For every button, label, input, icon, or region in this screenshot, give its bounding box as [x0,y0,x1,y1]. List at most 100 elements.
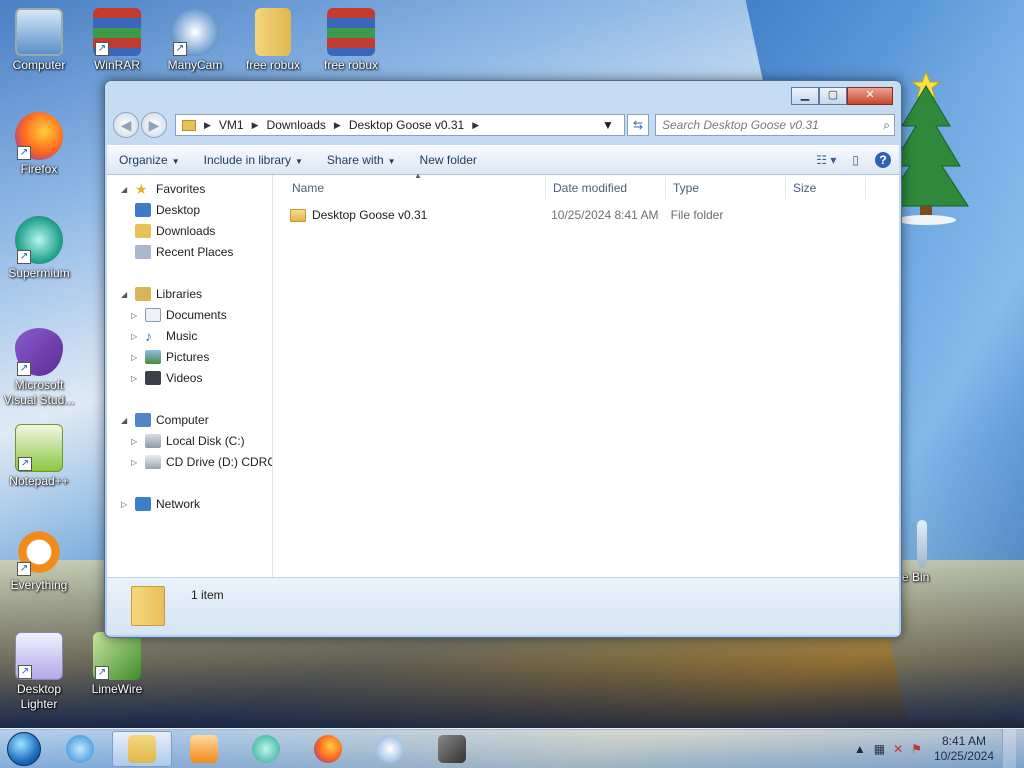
breadcrumb-vm1[interactable]: VM1 [219,118,244,132]
search-box[interactable]: Search Desktop Goose v0.31 ⌕ [655,114,895,136]
expand-arrow-icon[interactable]: ▷ [131,458,141,467]
expand-arrow-icon[interactable]: ◢ [121,416,131,425]
everything-icon: ↗ [15,528,63,576]
address-bar[interactable]: ▶ VM1 ▶ Downloads ▶ Desktop Goose v0.31 … [175,114,625,136]
start-button[interactable] [0,729,48,768]
desktop-icon-visual-studio[interactable]: ↗ Microsoft Visual Stud... [0,328,78,408]
breadcrumb-desktop-goose[interactable]: Desktop Goose v0.31 [349,118,464,132]
show-hidden-icons-icon[interactable]: ▲ [854,742,866,756]
nav-desktop[interactable]: Desktop [135,200,200,220]
visual-studio-icon: ↗ [15,328,63,376]
column-header-date[interactable]: Date modified [553,181,627,195]
column-divider[interactable] [865,177,866,199]
include-label: Include in library [203,153,291,167]
desktop-icon-everything[interactable]: ↗ Everything [0,528,78,593]
desktop-icon-firefox[interactable]: ↗ Firefox [0,112,78,177]
chevron-right-icon[interactable]: ▶ [252,120,259,131]
desktop-icon-free-robux-1[interactable]: free robux [234,8,312,73]
expand-arrow-icon[interactable]: ◢ [121,290,131,299]
expand-arrow-icon[interactable]: ▷ [121,500,131,509]
nav-local-disk[interactable]: ▷ Local Disk (C:) [131,431,245,451]
column-divider[interactable] [785,177,786,199]
item-count: 1 item [191,588,224,602]
share-with-button[interactable]: Share with ▼ [315,153,408,167]
column-header-size[interactable]: Size [793,181,816,195]
documents-icon [145,308,161,322]
desktop-icon-free-robux-2[interactable]: free robux [312,8,390,73]
nav-videos[interactable]: ▷ Videos [131,368,202,388]
nav-recent-places[interactable]: Recent Places [135,242,233,262]
nav-documents[interactable]: ▷ Documents [131,305,227,325]
column-divider[interactable] [545,177,546,199]
table-row[interactable]: Desktop Goose v0.31 10/25/2024 8:41 AM F… [290,205,850,225]
file-list[interactable]: Name ▲ Date modified Type Size Desktop G… [274,171,899,577]
include-in-library-button[interactable]: Include in library ▼ [192,153,315,167]
pictures-icon [145,350,161,364]
taskbar-app[interactable] [422,731,482,767]
volume-muted-icon[interactable]: ✕ [893,742,903,756]
nav-cd-drive[interactable]: ▷ CD Drive (D:) CDROM [131,452,272,472]
action-center-icon[interactable]: ⚑ [911,742,922,756]
maximize-button[interactable]: ▢ [819,87,847,105]
expand-arrow-icon[interactable]: ▷ [131,311,141,320]
search-input[interactable]: Search Desktop Goose v0.31 [662,118,819,132]
desktop-icon-desktop-lighter[interactable]: ↗ Desktop Lighter [0,632,78,712]
help-icon[interactable]: ? [875,152,891,168]
desktop-icon-computer[interactable]: Computer [0,8,78,73]
forward-button[interactable]: ▶ [141,112,167,138]
nav-label: Documents [166,308,227,322]
desktop-icon-limewire[interactable]: ↗ LimeWire [78,632,156,697]
desktop-icon-winrar[interactable]: ↗ WinRAR [78,8,156,73]
minimize-button[interactable]: ▁ [791,87,819,105]
nav-computer[interactable]: ◢ Computer [121,410,209,430]
nav-pictures[interactable]: ▷ Pictures [131,347,209,367]
back-button[interactable]: ◀ [113,112,139,138]
show-desktop-button[interactable] [1002,728,1016,768]
computer-small-icon [135,413,151,427]
clock[interactable]: 8:41 AM 10/25/2024 [934,734,994,764]
expand-arrow-icon[interactable]: ▷ [131,332,141,341]
organize-button[interactable]: Organize ▼ [107,153,192,167]
taskbar-manycam[interactable] [360,731,420,767]
expand-arrow-icon[interactable]: ◢ [121,185,131,194]
desktop-icon-supermium[interactable]: ↗ Supermium [0,216,78,281]
chevron-right-icon[interactable]: ▶ [204,120,211,131]
column-header-name[interactable]: Name [292,181,324,195]
navigation-pane[interactable]: ◢ ★ Favorites Desktop Downloads Recent Pla… [107,175,273,577]
nav-downloads[interactable]: Downloads [135,221,215,241]
expand-arrow-icon[interactable]: ▷ [131,353,141,362]
view-options-icon[interactable]: ☷ ▾ [816,153,836,167]
explorer-window[interactable]: ▁ ▢ ✕ ◀ ▶ ▶ VM1 ▶ Downloads ▶ Desktop Go… [104,80,902,638]
chevron-right-icon[interactable]: ▶ [334,120,341,131]
chevron-down-icon[interactable]: ▼ [600,118,616,132]
chevron-right-icon[interactable]: ▶ [472,120,479,131]
taskbar-supermium[interactable] [236,731,296,767]
taskbar-explorer[interactable] [112,730,172,767]
nav-favorites[interactable]: ◢ ★ Favorites [121,179,205,199]
nav-network[interactable]: ▷ Network [121,494,200,514]
column-header-type[interactable]: Type [673,181,699,195]
desktop-icon-manycam[interactable]: ↗ ManyCam [156,8,234,73]
column-divider[interactable] [665,177,666,199]
taskbar-internet-explorer[interactable] [50,731,110,767]
nav-libraries[interactable]: ◢ Libraries [121,284,202,304]
folder-icon [128,734,156,763]
desktop-icon-label: Desktop [16,682,62,696]
clock-time: 8:41 AM [941,733,986,748]
breadcrumb-downloads[interactable]: Downloads [267,118,326,132]
close-button[interactable]: ✕ [847,87,893,105]
network-status-icon[interactable]: ▦ [874,742,885,756]
taskbar-media-player[interactable] [174,731,234,767]
expand-arrow-icon[interactable]: ▷ [131,437,141,446]
downloads-icon [135,224,151,238]
nav-music[interactable]: ▷ ♪ Music [131,326,197,346]
taskbar-firefox[interactable] [298,731,358,767]
search-icon[interactable]: ⌕ [883,118,890,133]
refresh-button[interactable]: ⇆ [627,114,649,136]
desktop-icon-recycle-bin[interactable]: e Bin [902,520,942,585]
expand-arrow-icon[interactable]: ▷ [131,374,141,383]
desktop-icon-notepadpp[interactable]: ↗ Notepad++ [0,424,78,489]
new-folder-button[interactable]: New folder [408,153,489,167]
preview-pane-icon[interactable]: ▯ [852,153,859,167]
nav-label: Favorites [156,182,206,196]
